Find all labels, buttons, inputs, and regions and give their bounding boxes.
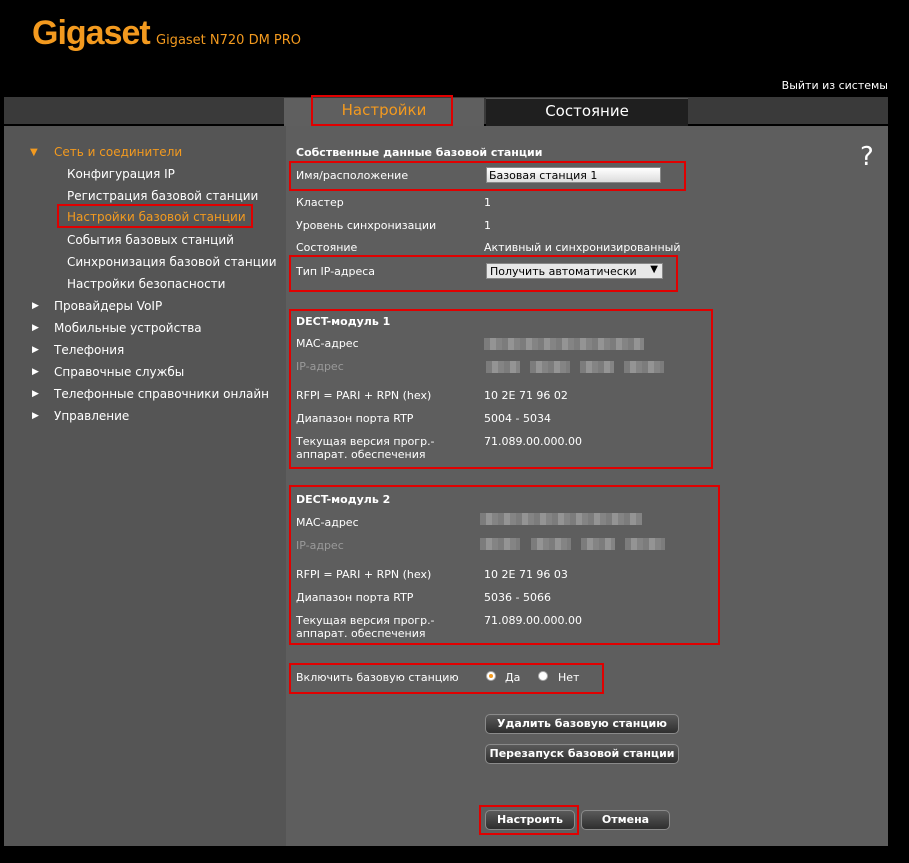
sidebar-group-directories[interactable]: Справочные службы	[54, 365, 184, 379]
highlight-sidebar-item	[57, 204, 253, 228]
enable-label: Включить базовую станцию	[296, 671, 459, 684]
sidebar	[4, 126, 286, 828]
restart-base-station-button[interactable]: Перезапуск базовой станции	[485, 744, 679, 764]
dect1-fw-value: 71.089.00.000.00	[484, 435, 582, 448]
dect1-mac-label: MAC-адрес	[296, 337, 359, 350]
state-label: Состояние	[296, 241, 358, 254]
cancel-button[interactable]: Отмена	[581, 810, 670, 830]
sidebar-item-security[interactable]: Настройки безопасности	[67, 277, 225, 291]
dect1-rtp-value: 5004 - 5034	[484, 412, 551, 425]
dect2-rfpi-label: RFPI = PARI + RPN (hex)	[296, 568, 432, 581]
dect2-mac-label: MAC-адрес	[296, 516, 359, 529]
dect2-rfpi-value: 10 2E 71 96 03	[484, 568, 568, 581]
state-value: Активный и синхронизированный	[484, 241, 681, 254]
collapsed-triangle-icon: ▶	[32, 301, 39, 311]
help-icon[interactable]: ?	[860, 142, 874, 172]
dect1-rtp-label: Диапазон порта RTP	[296, 412, 414, 425]
highlight-tab-settings	[311, 95, 453, 126]
model-name: Gigaset N720 DM PRO	[156, 33, 302, 48]
dect2-fw-value: 71.089.00.000.00	[484, 614, 582, 627]
gigaset-logo: Gigaset	[32, 14, 151, 52]
sidebar-footer	[4, 828, 286, 846]
dect1-rfpi-label: RFPI = PARI + RPN (hex)	[296, 389, 432, 402]
apply-button[interactable]: Настроить	[485, 810, 575, 830]
sync-level-value: 1	[484, 219, 491, 232]
delete-base-station-button[interactable]: Удалить базовую станцию	[485, 714, 679, 734]
dect1-ip-octet-blurred	[580, 361, 614, 373]
collapsed-triangle-icon: ▶	[32, 323, 39, 333]
dect2-fw-label-line1: Текущая версия прогр.-	[296, 614, 435, 627]
dect2-ip-octet-blurred	[480, 538, 520, 550]
dect2-title: DECT-модуль 2	[296, 493, 391, 506]
expanded-triangle-icon: ▼	[30, 147, 38, 158]
dect1-rfpi-value: 10 2E 71 96 02	[484, 389, 568, 402]
sidebar-item-base-sync[interactable]: Синхронизация базовой станции	[67, 255, 277, 269]
dect2-rtp-value: 5036 - 5066	[484, 591, 551, 604]
dect1-ip-octet-blurred	[530, 361, 570, 373]
section-title: Собственные данные базовой станции	[296, 146, 543, 159]
sidebar-item-base-events[interactable]: События базовых станций	[67, 233, 234, 247]
sidebar-item-base-registration[interactable]: Регистрация базовой станции	[67, 189, 258, 203]
dect2-ip-label: IP-адрес	[296, 539, 344, 552]
tab-status[interactable]: Состояние	[486, 98, 688, 127]
dect2-fw-label-line2: аппарат. обеспечения	[296, 627, 426, 640]
collapsed-triangle-icon: ▶	[32, 411, 39, 421]
enable-no-radio[interactable]	[538, 671, 548, 681]
sidebar-group-mobile[interactable]: Мобильные устройства	[54, 321, 202, 335]
sidebar-group-voip[interactable]: Провайдеры VoIP	[54, 299, 162, 313]
enable-yes-label: Да	[505, 671, 521, 684]
highlight-ip-type-row	[289, 255, 678, 292]
dect1-title: DECT-модуль 1	[296, 315, 391, 328]
sidebar-group-telephony[interactable]: Телефония	[54, 343, 124, 357]
dect2-mac-value-blurred	[480, 513, 642, 525]
logout-link[interactable]: Выйти из системы	[782, 79, 888, 92]
cluster-value: 1	[484, 196, 491, 209]
collapsed-triangle-icon: ▶	[32, 389, 39, 399]
collapsed-triangle-icon: ▶	[32, 367, 39, 377]
sidebar-group-network[interactable]: Сеть и соединители	[54, 145, 182, 159]
sidebar-item-ip-config[interactable]: Конфигурация IP	[67, 167, 175, 181]
dect2-ip-octet-blurred	[531, 538, 571, 550]
enable-no-label: Нет	[558, 671, 580, 684]
dect2-ip-octet-blurred	[581, 538, 615, 550]
dect2-rtp-label: Диапазон порта RTP	[296, 591, 414, 604]
collapsed-triangle-icon: ▶	[32, 345, 39, 355]
dect1-ip-label: IP-адрес	[296, 360, 344, 373]
dect1-ip-octet-blurred	[624, 361, 664, 373]
cluster-label: Кластер	[296, 196, 344, 209]
dect1-ip-octet-blurred	[486, 361, 520, 373]
dect1-mac-value-blurred	[484, 338, 644, 350]
dect1-fw-label-line1: Текущая версия прогр.-	[296, 435, 435, 448]
highlight-name-row	[289, 161, 686, 191]
sidebar-group-online-phonebooks[interactable]: Телефонные справочники онлайн	[54, 387, 269, 401]
sync-level-label: Уровень синхронизации	[296, 219, 437, 232]
sidebar-group-management[interactable]: Управление	[54, 409, 129, 423]
dect1-fw-label-line2: аппарат. обеспечения	[296, 448, 426, 461]
dect2-ip-octet-blurred	[625, 538, 665, 550]
enable-yes-radio[interactable]	[486, 671, 496, 681]
